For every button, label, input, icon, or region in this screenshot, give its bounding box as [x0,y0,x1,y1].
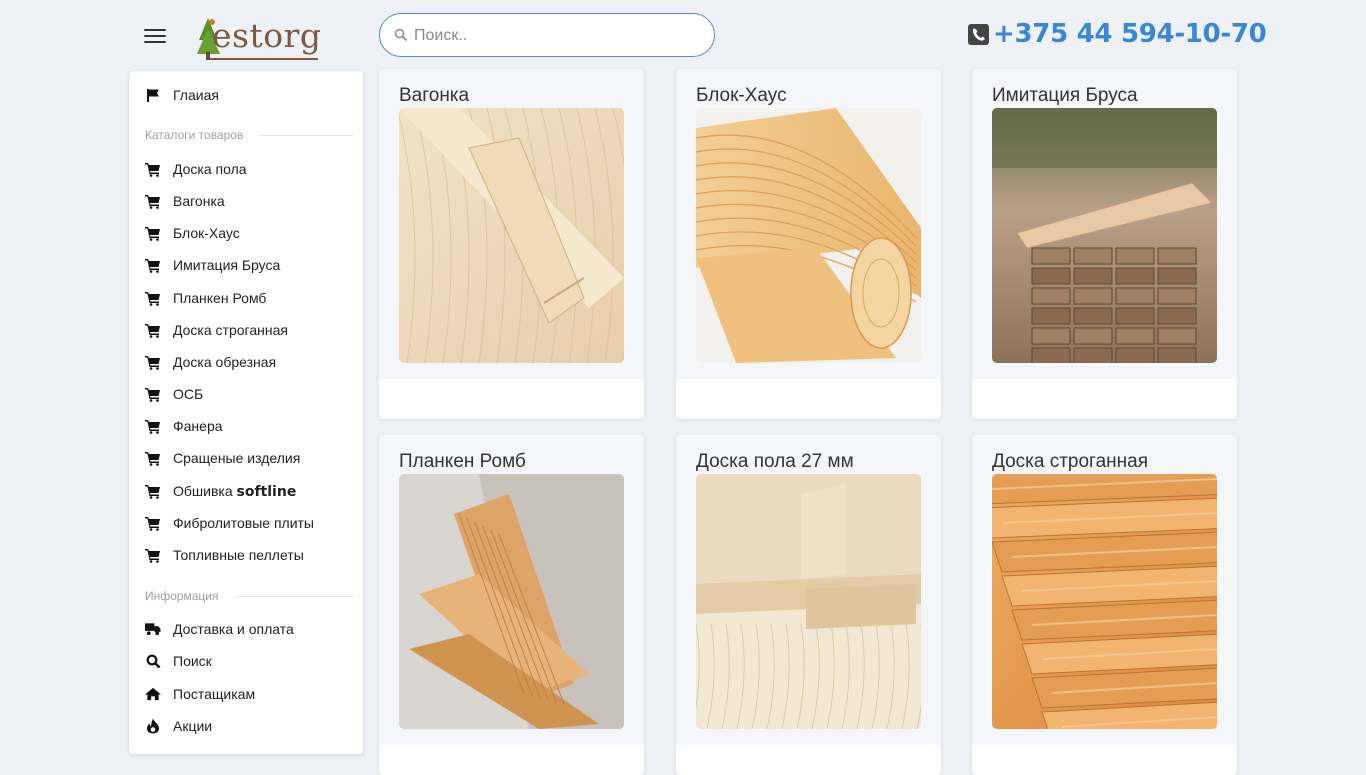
sidebar-item-catalog[interactable]: Вагонка [129,186,363,216]
product-title[interactable]: Вагонка [399,85,469,107]
cart-icon [145,418,161,434]
product-image[interactable] [992,108,1217,363]
cart-icon [145,386,161,402]
product-card[interactable]: Вагонка [379,69,644,419]
divider [259,134,354,136]
cart-icon [145,483,161,499]
sidebar-item-info[interactable]: Доставка и оплата [129,614,363,644]
search-box[interactable] [379,13,715,57]
sidebar-item-catalog[interactable]: Планкен Ромб [129,283,363,313]
cart-icon [145,450,161,466]
product-image[interactable] [992,474,1217,729]
sidebar-item-label-text: Обшивка [173,482,233,499]
divider [234,595,355,597]
sidebar-item-label: ОСБ [173,386,204,402]
cart-icon [145,290,161,306]
sidebar-item-label: Блок-Хаус [173,225,240,241]
cart-icon [145,322,161,338]
sidebar-item-info[interactable]: Постащикам [129,679,363,709]
product-image[interactable] [696,108,921,363]
sidebar-item-catalog[interactable]: Доска пола [129,154,363,184]
sidebar-item-more[interactable] [129,746,363,754]
sidebar-item-label: Постащикам [173,686,256,702]
section-heading: Информация [145,589,219,603]
sidebar-item-label: Обшивка softline [173,483,296,500]
cart-icon [145,354,161,370]
sidebar-item-label: Доставка и оплата [173,621,294,637]
search-icon [394,28,408,42]
sidebar-item-label: Доска обрезная [173,354,277,370]
sidebar-item-catalog[interactable]: Сращеные изделия [129,443,363,473]
product-card[interactable]: Доска пола 27 мм [676,435,941,775]
cart-icon [145,161,161,177]
cart-icon [145,515,161,531]
sidebar-item-catalog[interactable]: Блок-Хаус [129,218,363,248]
product-title[interactable]: Блок-Хаус [696,85,787,107]
sidebar-item-label: Вагонка [173,193,225,209]
sidebar: Глаиая Каталоги товаров Доска пола Вагонк… [129,71,363,754]
sidebar-item-label: Доска строганная [173,322,288,338]
sidebar-item-label: Поиск [173,653,212,669]
sidebar-item-catalog[interactable]: Доска обрезная [129,347,363,377]
logo[interactable]: estorg [196,14,322,62]
section-heading: Каталоги товаров [145,128,244,142]
catalog-section-title: Каталоги товаров [145,128,354,142]
phone-icon [968,23,989,45]
sidebar-item-catalog[interactable]: Имитация Бруса [129,250,363,280]
product-title[interactable]: Доска строганная [992,451,1148,473]
card-header-area: Планкен Ромб [379,435,644,745]
product-image[interactable] [696,474,921,729]
card-header-area: Доска строганная [972,435,1237,745]
sidebar-item-label: Топливные пеллеты [173,547,304,563]
fire-icon [145,718,161,734]
sidebar-item-label: Фанера [173,418,223,434]
product-card[interactable]: Планкен Ромб [379,435,644,775]
card-header-area: Доска пола 27 мм [676,435,941,745]
sidebar-item-home[interactable]: Глаиая [129,80,363,110]
sidebar-item-info[interactable]: Поиск [129,646,363,676]
sidebar-item-label: Глаиая [173,87,219,103]
sidebar-item-catalog[interactable]: Топливные пеллеты [129,540,363,570]
product-title[interactable]: Доска пола 27 мм [696,451,854,473]
menu-icon[interactable] [144,29,166,47]
product-image[interactable] [399,474,624,729]
sidebar-item-label: Фибролитовые плиты [173,515,314,531]
cart-icon [145,547,161,563]
home-icon [145,686,161,702]
sidebar-item-catalog[interactable]: Фибролитовые плиты [129,508,363,538]
card-header-area: Вагонка [379,69,644,379]
product-card[interactable]: Доска строганная [972,435,1237,775]
sidebar-item-catalog[interactable]: ОСБ [129,379,363,409]
info-section-title: Информация [145,589,355,603]
truck-icon [145,621,161,637]
product-card[interactable]: Блок-Хаус [676,69,941,419]
flag-icon [145,87,161,103]
card-header-area: Блок-Хаус [676,69,941,379]
sidebar-item-catalog[interactable]: Фанера [129,411,363,441]
sidebar-item-label: Доска пола [173,161,247,177]
sidebar-item-info[interactable]: Акции [129,711,363,741]
softline-label: softline [236,483,297,500]
sidebar-item-label: Имитация Бруса [173,257,281,273]
phone-number: +375 44 594-10-70 [993,19,1267,49]
sidebar-item-catalog[interactable]: Доска строганная [129,315,363,345]
card-header-area: Имитация Бруса [972,69,1237,379]
product-title[interactable]: Планкен Ромб [399,451,526,473]
search-icon [145,653,161,669]
product-image[interactable] [399,108,624,363]
header: estorg +375 44 594-10-70 [0,0,1366,70]
sidebar-item-label: Планкен Ромб [173,290,267,306]
sidebar-item-label: Акции [173,718,213,734]
logo-text: estorg [212,16,322,55]
partial-icon [145,753,161,754]
product-card[interactable]: Имитация Бруса [972,69,1237,419]
sidebar-item-label: Сращеные изделия [173,450,301,466]
phone-link[interactable]: +375 44 594-10-70 [968,14,1267,54]
cart-icon [145,193,161,209]
cart-icon [145,225,161,241]
product-title[interactable]: Имитация Бруса [992,85,1138,107]
sidebar-item-catalog[interactable]: Обшивка softline [129,476,363,506]
search-input[interactable] [412,24,696,48]
cart-icon [145,257,161,273]
